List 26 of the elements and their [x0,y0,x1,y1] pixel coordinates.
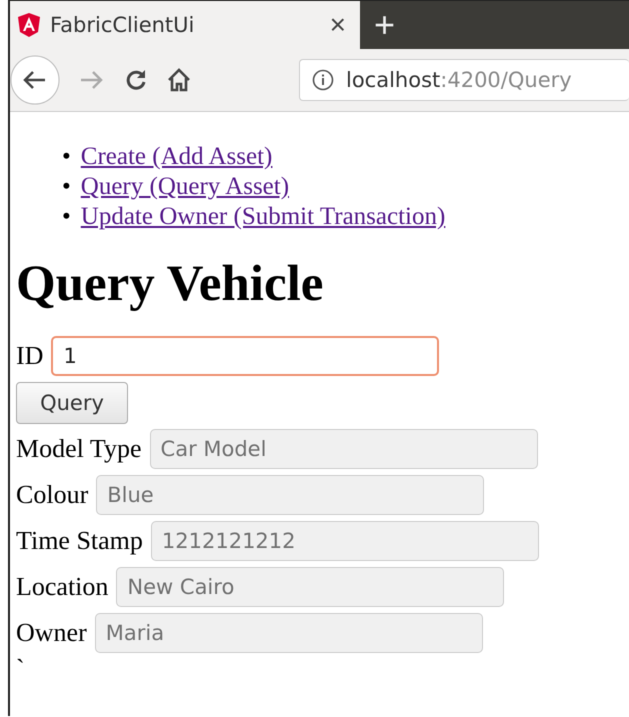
input-field[interactable]: 1 [51,336,440,376]
field-label: ID [16,341,44,371]
url-text: localhost:4200/Query [346,68,572,92]
page-heading: Query Vehicle [16,255,324,314]
new-tab-button[interactable]: + [360,1,410,49]
field-label: Time Stamp [16,526,143,556]
bullet: • [62,142,71,172]
stray-text: ` [16,659,26,679]
reload-icon[interactable] [124,68,148,92]
shield-logo-icon [18,13,40,37]
field-label: Colour [16,480,88,510]
address-bar[interactable]: localhost:4200/Query [299,59,629,101]
field-label: Location [16,572,108,602]
field-label: Owner [16,618,87,648]
bullet: • [62,172,71,202]
tab-title: FabricClientUi [50,13,196,37]
nav-link[interactable]: Create (Add Asset) [80,142,272,172]
bullet: • [62,202,71,232]
query-button[interactable]: Query [16,382,128,424]
close-tab-button[interactable]: × [330,9,346,41]
nav-link[interactable]: Update Owner (Submit Transaction) [80,202,446,232]
nav-link[interactable]: Query (Query Asset) [80,172,290,202]
browser-tab[interactable]: FabricClientUi × [10,1,360,49]
field-label: Model Type [16,434,142,464]
info-icon[interactable] [312,69,334,91]
home-icon[interactable] [166,67,192,93]
